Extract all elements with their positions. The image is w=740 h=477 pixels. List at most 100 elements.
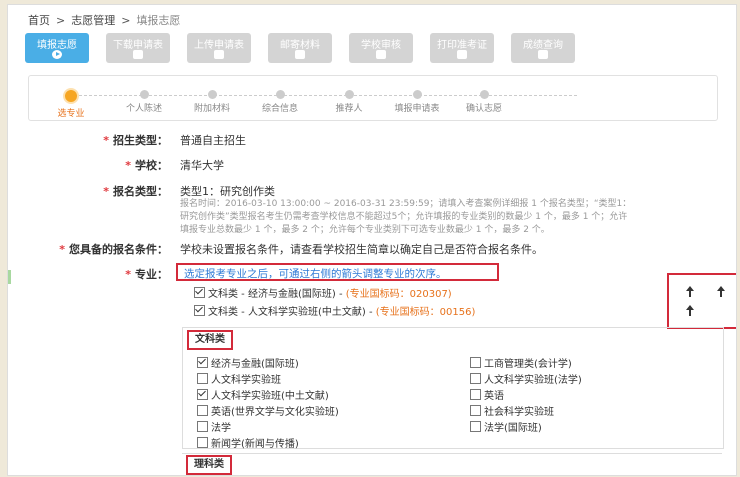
breadcrumb-home[interactable]: 首页 xyxy=(28,14,50,27)
checkbox[interactable] xyxy=(470,405,481,416)
move-up-arrow-icon[interactable] xyxy=(716,286,726,297)
major-option[interactable]: 人文科学实验班(中土文献) xyxy=(197,387,329,402)
tab-print-ticket[interactable]: 打印准考证 xyxy=(430,33,494,63)
side-marker xyxy=(8,270,11,284)
tab-download-form[interactable]: 下载申请表 xyxy=(106,33,170,63)
order-arrows-box xyxy=(667,273,736,329)
condition-label: * 您具备的报名条件： xyxy=(59,243,168,256)
major-option[interactable]: 英语 xyxy=(470,387,504,402)
major-option[interactable]: 新闻学(新闻与传播) xyxy=(197,435,299,450)
category-title: 文科类 xyxy=(187,330,233,350)
checkbox[interactable] xyxy=(197,437,208,448)
checkbox[interactable] xyxy=(470,357,481,368)
school-label: * 学校： xyxy=(125,159,168,172)
step-label: 选专业 xyxy=(57,109,85,119)
major-option[interactable]: 社会科学实验班 xyxy=(470,403,554,418)
checkbox[interactable] xyxy=(470,373,481,384)
step-choose-major[interactable]: 选专业 xyxy=(36,86,106,119)
tab-label: 邮寄材料 xyxy=(280,40,320,51)
recruit-type-value: 普通自主招生 xyxy=(180,134,246,147)
major-option[interactable]: 人文科学实验班(法学) xyxy=(470,371,582,386)
note-line: 报名时间：2016-03-10 13:00:00 ~ 2016-03-31 23… xyxy=(180,199,632,209)
checkbox[interactable] xyxy=(194,287,205,298)
selected-major-item[interactable]: 文科类 - 经济与金融(国际班) - (专业国标码：020307) xyxy=(194,285,452,300)
checkbox[interactable] xyxy=(197,373,208,384)
tab-school-review[interactable]: 学校审核 xyxy=(349,33,413,63)
note-line: 填报专业总数最少 1 个，最多 2 个；允许每个专业类别下可选专业数最少 1 个… xyxy=(180,225,550,235)
required-star: * xyxy=(125,268,131,281)
major-option[interactable]: 法学 xyxy=(197,419,231,434)
play-icon xyxy=(52,50,62,59)
step-marker xyxy=(344,90,354,99)
step-marker xyxy=(63,88,79,104)
checkbox[interactable] xyxy=(197,389,208,400)
tab-score-query[interactable]: 成绩查询 xyxy=(511,33,575,63)
step-label: 确认志愿 xyxy=(465,104,502,114)
required-star: * xyxy=(59,243,65,256)
category-title: 理科类 xyxy=(186,455,232,475)
tab-mail-materials[interactable]: 邮寄材料 xyxy=(268,33,332,63)
breadcrumb: 首页 > 志愿管理 > 填报志愿 xyxy=(28,12,180,28)
move-up-arrow-icon[interactable] xyxy=(685,305,695,316)
step-label: 填报申请表 xyxy=(394,104,440,114)
tab-label: 成绩查询 xyxy=(523,40,563,51)
square-icon xyxy=(295,50,305,59)
step-fill-application[interactable]: 填报申请表 xyxy=(382,86,452,114)
step-marker xyxy=(139,90,149,99)
tab-label: 学校审核 xyxy=(361,40,401,51)
note-line: 研究创作类”类型报名考生仍需考查学校信息不能超过5个；允许填报的专业类别的数最少… xyxy=(180,212,628,222)
square-icon xyxy=(376,50,386,59)
step-label: 附加材料 xyxy=(193,104,230,114)
required-star: * xyxy=(103,134,109,147)
major-option[interactable]: 工商管理类(会计学) xyxy=(470,355,572,370)
tab-fill-volunteer[interactable]: 填报志愿 xyxy=(25,33,89,63)
square-icon xyxy=(214,50,224,59)
step-referee[interactable]: 推荐人 xyxy=(314,86,384,114)
step-marker xyxy=(207,90,217,99)
step-label: 综合信息 xyxy=(261,104,298,114)
move-up-arrow-icon[interactable] xyxy=(685,286,695,297)
selected-major-item[interactable]: 文科类 - 人文科学实验班(中土文献) - (专业国标码：00156) xyxy=(194,303,475,318)
tab-label: 上传申请表 xyxy=(194,40,244,51)
tab-label: 打印准考证 xyxy=(437,40,487,51)
tab-label: 填报志愿 xyxy=(37,40,77,51)
step-progress: 选专业 个人陈述 附加材料 综合信息 推荐人 填报申请表 确认志愿 xyxy=(28,75,718,121)
step-label: 个人陈述 xyxy=(125,104,162,114)
major-option[interactable]: 经济与金融(国际班) xyxy=(197,355,299,370)
step-personal-statement[interactable]: 个人陈述 xyxy=(109,86,179,114)
major-option[interactable]: 人文科学实验班 xyxy=(197,371,281,386)
square-icon xyxy=(457,50,467,59)
category-panel-liberal-arts: 文科类 经济与金融(国际班) 工商管理类(会计学) 人文科学实验班 人文科学实验… xyxy=(182,327,724,450)
checkbox[interactable] xyxy=(470,421,481,432)
square-icon xyxy=(538,50,548,59)
step-label: 推荐人 xyxy=(335,104,363,114)
category-panel-science: 理科类 xyxy=(182,453,722,475)
checkbox[interactable] xyxy=(197,405,208,416)
apply-note: 报名时间：2016-03-10 13:00:00 ~ 2016-03-31 23… xyxy=(180,198,720,237)
tab-upload-form[interactable]: 上传申请表 xyxy=(187,33,251,63)
major-option[interactable]: 英语(世界文学与文化实验班) xyxy=(197,403,339,418)
major-option[interactable]: 法学(国际班) xyxy=(470,419,542,434)
main-frame: 首页 > 志愿管理 > 填报志愿 填报志愿 下载申请表 上传申请表 邮寄材料 学校审核 … xyxy=(7,4,737,476)
breadcrumb-separator: > xyxy=(56,14,66,27)
breadcrumb-volunteer[interactable]: 志愿管理 xyxy=(71,14,115,27)
checkbox[interactable] xyxy=(197,421,208,432)
step-attachments[interactable]: 附加材料 xyxy=(177,86,247,114)
breadcrumb-current: 填报志愿 xyxy=(136,14,181,27)
tab-label: 下载申请表 xyxy=(113,40,163,51)
apply-type-value: 类型1：研究创作类 xyxy=(180,185,275,198)
step-confirm[interactable]: 确认志愿 xyxy=(449,86,519,114)
recruit-type-label: * 招生类型： xyxy=(103,134,168,147)
step-marker xyxy=(275,90,285,99)
step-overall-info[interactable]: 综合信息 xyxy=(245,86,315,114)
required-star: * xyxy=(125,159,131,172)
checkbox[interactable] xyxy=(194,305,205,316)
checkbox[interactable] xyxy=(470,389,481,400)
step-marker xyxy=(479,90,489,99)
required-star: * xyxy=(103,185,109,198)
step-marker xyxy=(412,90,422,99)
condition-value: 学校未设置报名条件，请查看学校招生简章以确定自己是否符合报名条件。 xyxy=(180,243,543,256)
major-order-tip: 选定报考专业之后，可通过右侧的箭头调整专业的次序。 xyxy=(176,263,499,281)
square-icon xyxy=(133,50,143,59)
checkbox[interactable] xyxy=(197,357,208,368)
